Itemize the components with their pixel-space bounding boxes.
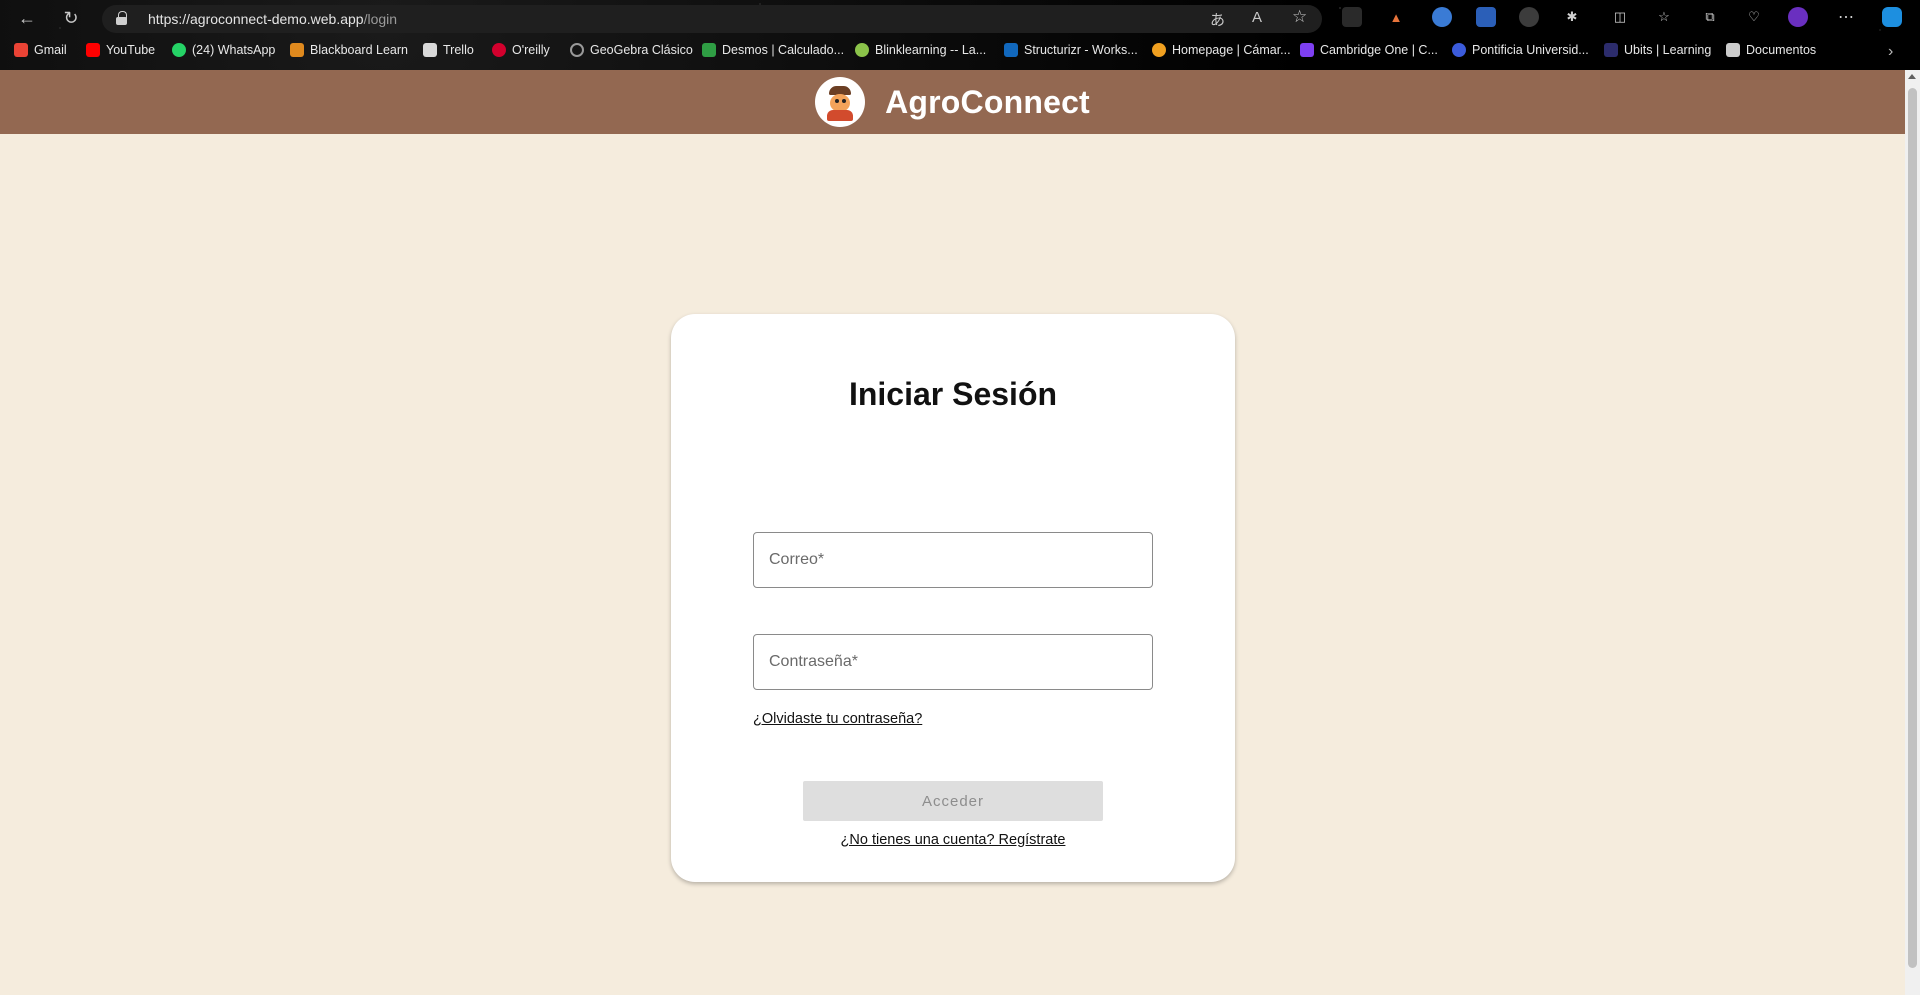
extensions-puzzle-icon[interactable]: ✱	[1562, 7, 1582, 27]
app-header: AgroConnect	[0, 70, 1905, 134]
bookmarks-overflow-chevron-icon[interactable]: ›	[1888, 43, 1893, 61]
translate-icon[interactable]: あ	[1210, 9, 1225, 30]
bookmark-gmail[interactable]: Gmail	[14, 43, 67, 57]
bookmark-geogebra[interactable]: GeoGebra Clásico	[570, 43, 693, 57]
login-button[interactable]: Acceder	[803, 781, 1103, 821]
bookmark-cambridge[interactable]: Cambridge One | C...	[1300, 43, 1438, 57]
refresh-icon[interactable]: ↻	[58, 5, 84, 31]
bookmark-label: Gmail	[34, 43, 67, 57]
bookmark-desmos[interactable]: Desmos | Calculado...	[702, 43, 844, 57]
geogebra-icon	[570, 43, 584, 57]
extension-cloud-icon[interactable]	[1519, 7, 1539, 27]
scroll-up-arrow-icon[interactable]	[1908, 74, 1916, 79]
extension-translate-icon[interactable]	[1476, 7, 1496, 27]
forgot-password-link[interactable]: ¿Olvidaste tu contraseña?	[753, 711, 922, 727]
bookmark-label: YouTube	[106, 43, 156, 57]
bookmark-label: Documentos	[1746, 43, 1817, 57]
browser-chrome: ← ↻ https://agroconnect-demo.web.app/log…	[0, 0, 1920, 70]
bookmark-structurizr[interactable]: Structurizr - Works...	[1004, 43, 1138, 57]
desmos-icon	[702, 43, 716, 57]
collections-icon[interactable]: ⧉	[1700, 7, 1720, 27]
address-url[interactable]: https://agroconnect-demo.web.app/login	[148, 11, 397, 27]
bookmark-blackboard[interactable]: Blackboard Learn	[290, 43, 408, 57]
bookmark-label: (24) WhatsApp	[192, 43, 276, 57]
lock-icon[interactable]	[116, 11, 127, 25]
cambridge-icon	[1300, 43, 1314, 57]
bookmark-label: Blackboard Learn	[310, 43, 408, 57]
trello-icon	[423, 43, 437, 57]
profile-avatar-icon[interactable]	[1788, 7, 1808, 27]
bookmark-homepage[interactable]: Homepage | Cámar...	[1152, 43, 1291, 57]
bookmark-label: Cambridge One | C...	[1320, 43, 1438, 57]
bookmarks-bar: Gmail YouTube (24) WhatsApp Blackboard L…	[0, 40, 1920, 64]
url-host: https://agroconnect-demo.web.app	[148, 11, 364, 27]
password-input[interactable]	[754, 635, 1152, 689]
bookmark-pontificia[interactable]: Pontificia Universid...	[1452, 43, 1589, 57]
email-input[interactable]	[754, 533, 1152, 587]
ubits-icon	[1604, 43, 1618, 57]
documentos-icon	[1726, 43, 1740, 57]
password-field[interactable]	[753, 634, 1153, 690]
browser-essentials-icon[interactable]: ♡	[1744, 7, 1764, 27]
bookmark-label: Homepage | Cámar...	[1172, 43, 1291, 57]
login-card: Iniciar Sesión ¿Olvidaste tu contraseña?…	[671, 314, 1235, 882]
bookmark-youtube[interactable]: YouTube	[86, 43, 155, 57]
extension-1-icon[interactable]	[1342, 7, 1362, 27]
bookmark-label: Structurizr - Works...	[1024, 43, 1138, 57]
oreilly-icon	[492, 43, 506, 57]
bookmark-blinklearning[interactable]: Blinklearning -- La...	[855, 43, 986, 57]
extension-fox-icon[interactable]: ▲	[1386, 7, 1406, 27]
bookmark-label: Blinklearning -- La...	[875, 43, 987, 57]
bookmark-documentos[interactable]: Documentos	[1726, 43, 1816, 57]
bookmark-whatsapp[interactable]: (24) WhatsApp	[172, 43, 275, 57]
split-screen-icon[interactable]: ◫	[1610, 7, 1630, 27]
pontificia-icon	[1452, 43, 1466, 57]
read-aloud-icon[interactable]: A	[1252, 9, 1262, 26]
page-title: Iniciar Sesión	[848, 376, 1058, 412]
youtube-icon	[86, 43, 100, 57]
agroconnect-logo-icon	[815, 77, 866, 127]
address-bar[interactable]: https://agroconnect-demo.web.app/login あ…	[102, 5, 1322, 33]
bookmark-label: GeoGebra Clásico	[590, 43, 693, 57]
homepage-icon	[1152, 43, 1166, 57]
bookmark-oreilly[interactable]: O'reilly	[492, 43, 550, 57]
back-icon[interactable]: ←	[14, 5, 40, 31]
copilot-icon[interactable]	[1882, 7, 1902, 27]
email-field[interactable]	[753, 532, 1153, 588]
bookmark-label: Pontificia Universid...	[1472, 43, 1589, 57]
bookmark-label: O'reilly	[512, 43, 550, 57]
brand-name: AgroConnect	[885, 83, 1090, 120]
more-options-icon[interactable]: ⋯	[1836, 7, 1856, 27]
register-link[interactable]: ¿No tienes una cuenta? Regístrate	[671, 832, 1235, 848]
bookmark-ubits[interactable]: Ubits | Learning	[1604, 43, 1711, 57]
scrollbar-thumb[interactable]	[1908, 88, 1917, 968]
url-path: /login	[363, 11, 398, 27]
bookmark-trello[interactable]: Trello	[423, 43, 474, 57]
login-page: AgroConnect Iniciar Sesión ¿Olvidaste tu…	[0, 70, 1905, 995]
page-scrollbar[interactable]	[1905, 70, 1920, 995]
favorites-icon[interactable]: ☆	[1654, 7, 1674, 27]
bookmark-label: Trello	[443, 43, 474, 57]
blackboard-icon	[290, 43, 304, 57]
favorite-star-icon[interactable]: ☆	[1292, 7, 1307, 27]
bookmark-label: Ubits | Learning	[1624, 43, 1712, 57]
blinklearning-icon	[855, 43, 869, 57]
whatsapp-icon	[172, 43, 186, 57]
structurizr-icon	[1004, 43, 1018, 57]
bookmark-label: Desmos | Calculado...	[722, 43, 845, 57]
gmail-icon	[14, 43, 28, 57]
extension-blue-icon[interactable]	[1432, 7, 1452, 27]
